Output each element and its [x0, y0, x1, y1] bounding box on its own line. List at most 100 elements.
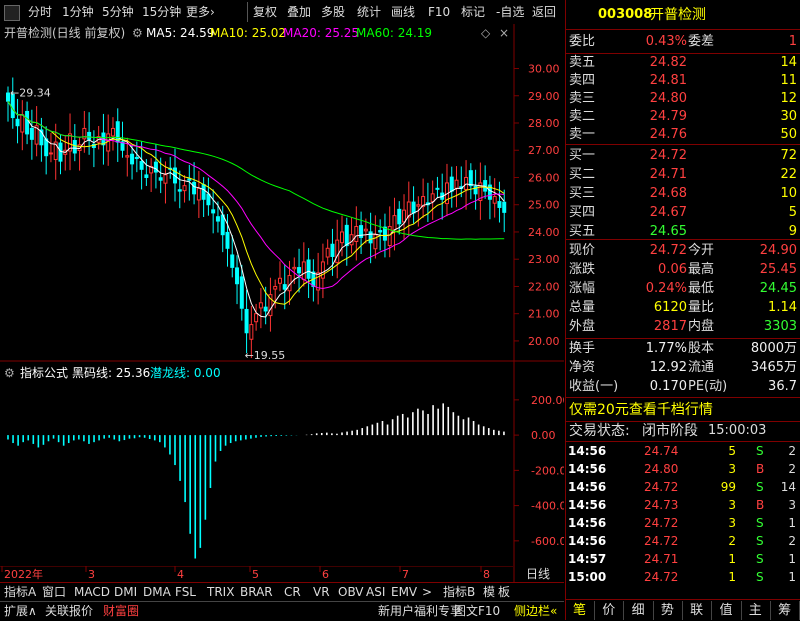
candle-body	[344, 224, 349, 247]
toolbar-item[interactable]: 1分钟	[62, 3, 94, 21]
indicator-tab[interactable]: BRAR	[240, 584, 273, 601]
indicator-tab[interactable]: 模	[483, 584, 495, 601]
bottom-link[interactable]: 关联报价	[45, 603, 93, 620]
gear-icon[interactable]: ⚙	[4, 364, 15, 382]
indicator-tab[interactable]: DMI	[114, 584, 137, 601]
indicator-tab[interactable]: 指标A	[4, 584, 36, 601]
candle-body	[306, 259, 311, 279]
ask-price: 24.80	[649, 91, 687, 106]
quote-tab[interactable]: 主	[741, 601, 771, 620]
toolbar-item[interactable]: F10	[428, 3, 450, 21]
indicator-tab[interactable]: OBV	[338, 584, 364, 601]
y-tick-label: 30.00	[528, 63, 560, 76]
indicator-tab[interactable]: EMV	[391, 584, 417, 601]
candle-body	[58, 142, 63, 162]
indicator-tab[interactable]: ASI	[366, 584, 385, 601]
menu-icon[interactable]	[4, 5, 20, 21]
fundamental-value: 1.77%	[645, 341, 687, 356]
toolbar-item[interactable]: 叠加	[287, 3, 311, 21]
indicator-tab[interactable]: DMA	[143, 584, 171, 601]
candle-body	[335, 239, 340, 263]
candle-body	[292, 266, 297, 270]
gear-icon[interactable]: ⚙	[132, 24, 143, 42]
y-tick-label: 27.00	[528, 144, 560, 157]
x-tick-label: 2022年	[4, 567, 43, 581]
ask-row: 卖一 24.76 50	[566, 126, 800, 144]
candle-body	[392, 215, 397, 231]
y-tick-label: -400.0	[531, 500, 564, 513]
toolbar-item[interactable]: 5分钟	[102, 3, 134, 21]
indicator-tab[interactable]: >	[422, 584, 432, 601]
quote-tab[interactable]: 联	[682, 601, 713, 620]
y-tick-label: 200.00	[531, 394, 564, 407]
indicator-line2: 潜龙线: 0.00	[150, 366, 221, 380]
tick-time: 14:56	[568, 444, 607, 458]
candle-body	[249, 324, 254, 340]
quote-tab[interactable]: 筹	[770, 601, 800, 620]
candle-body	[301, 261, 306, 281]
indicator-tab-bar: 指标A 窗口 MACD DMI DMA FSL TRIX BRAR CR VR OBV ASI EMV >…	[0, 582, 564, 602]
toolbar-item[interactable]: 复权	[253, 3, 277, 21]
promo-text[interactable]: 仅需20元查看千档行情	[569, 399, 713, 421]
stat-label: 涨跌	[569, 262, 596, 277]
candle-body	[397, 208, 402, 225]
toolbar-item[interactable]: -自选	[496, 3, 524, 21]
indicator-tab[interactable]: 板	[498, 584, 510, 601]
toolbar-item[interactable]: 更多›	[186, 3, 215, 21]
toolbar-item[interactable]: 返回	[532, 3, 556, 21]
quote-tab[interactable]: 值	[712, 601, 742, 620]
candle-body	[177, 189, 182, 192]
candlestick-chart[interactable]: 20.00 21.00 22.00 23.00 24.00 25.00 26.00 27.00…	[0, 24, 564, 362]
trade-state-row: 交易状态: 闭市阶段 15:00:03	[566, 421, 800, 441]
indicator-tab[interactable]: 窗口	[42, 584, 66, 601]
quote-tab[interactable]: 价	[594, 601, 625, 620]
toolbar-item[interactable]: 统计	[357, 3, 381, 21]
candle-body	[454, 179, 459, 189]
quote-tab[interactable]: 细	[624, 601, 654, 620]
bottom-link[interactable]: 图文F10	[454, 603, 500, 620]
ask-price: 24.76	[649, 127, 687, 142]
promo-row[interactable]: 仅需20元查看千档行情	[566, 399, 800, 421]
bottom-link[interactable]: 扩展∧	[4, 603, 37, 620]
period-label: 日线	[526, 567, 550, 581]
bottom-link[interactable]: 侧边栏«	[514, 603, 557, 620]
toolbar-item[interactable]: 标记	[461, 3, 485, 21]
tick-volume: 3	[728, 498, 736, 512]
fundamental-value-2: 8000万	[750, 341, 797, 356]
bid-price: 24.71	[649, 167, 687, 182]
indicator-tab[interactable]: 指标B	[443, 584, 475, 601]
diamond-icon[interactable]: ◇	[481, 24, 490, 42]
indicator-tab[interactable]: TRIX	[207, 584, 234, 601]
bottom-link[interactable]: 新用户福利专享	[378, 603, 462, 620]
toolbar-item[interactable]: 分时	[28, 3, 52, 21]
stat-row: 现价 24.72 今开 24.90	[566, 241, 800, 260]
quote-tab[interactable]: 笔	[565, 601, 595, 620]
toolbar-item[interactable]: 画线	[391, 3, 415, 21]
trade-state-label: 交易状态:	[569, 423, 630, 439]
close-icon[interactable]: ×	[499, 24, 509, 42]
indicator-tab[interactable]: MACD	[74, 584, 110, 601]
stat-row: 总量 6120 量比 1.14	[566, 298, 800, 317]
toolbar-item[interactable]: 15分钟	[142, 3, 181, 21]
candle-body	[87, 131, 92, 140]
y-tick-label: 21.00	[528, 308, 560, 321]
indicator-tab[interactable]: VR	[313, 584, 330, 601]
stat-label: 外盘	[569, 319, 596, 334]
indicator-bg	[0, 362, 564, 566]
candle-body	[44, 138, 49, 157]
indicator-name[interactable]: 指标公式	[20, 364, 68, 382]
tick-side: S	[756, 570, 764, 584]
indicator-tab[interactable]: FSL	[175, 584, 196, 601]
bottom-link-bar: 扩展∧ 关联报价 财富圈 新用户福利专享 图文F10 侧边栏«	[0, 601, 564, 621]
y-tick-label: 0.00	[531, 429, 556, 442]
bottom-link[interactable]: 财富圈	[103, 603, 139, 620]
candle-body	[225, 231, 230, 249]
candle-body	[368, 231, 373, 244]
high-annotation: ←29.34	[10, 86, 51, 99]
indicator-tab[interactable]: CR	[284, 584, 301, 601]
candle-body	[115, 121, 120, 143]
tick-count: 14	[780, 480, 796, 494]
toolbar-item[interactable]: 多股	[321, 3, 345, 21]
quote-tab[interactable]: 势	[653, 601, 683, 620]
indicator-chart[interactable]: 200.00 0.00 -200.0 -400.0 -600.0	[0, 362, 564, 566]
